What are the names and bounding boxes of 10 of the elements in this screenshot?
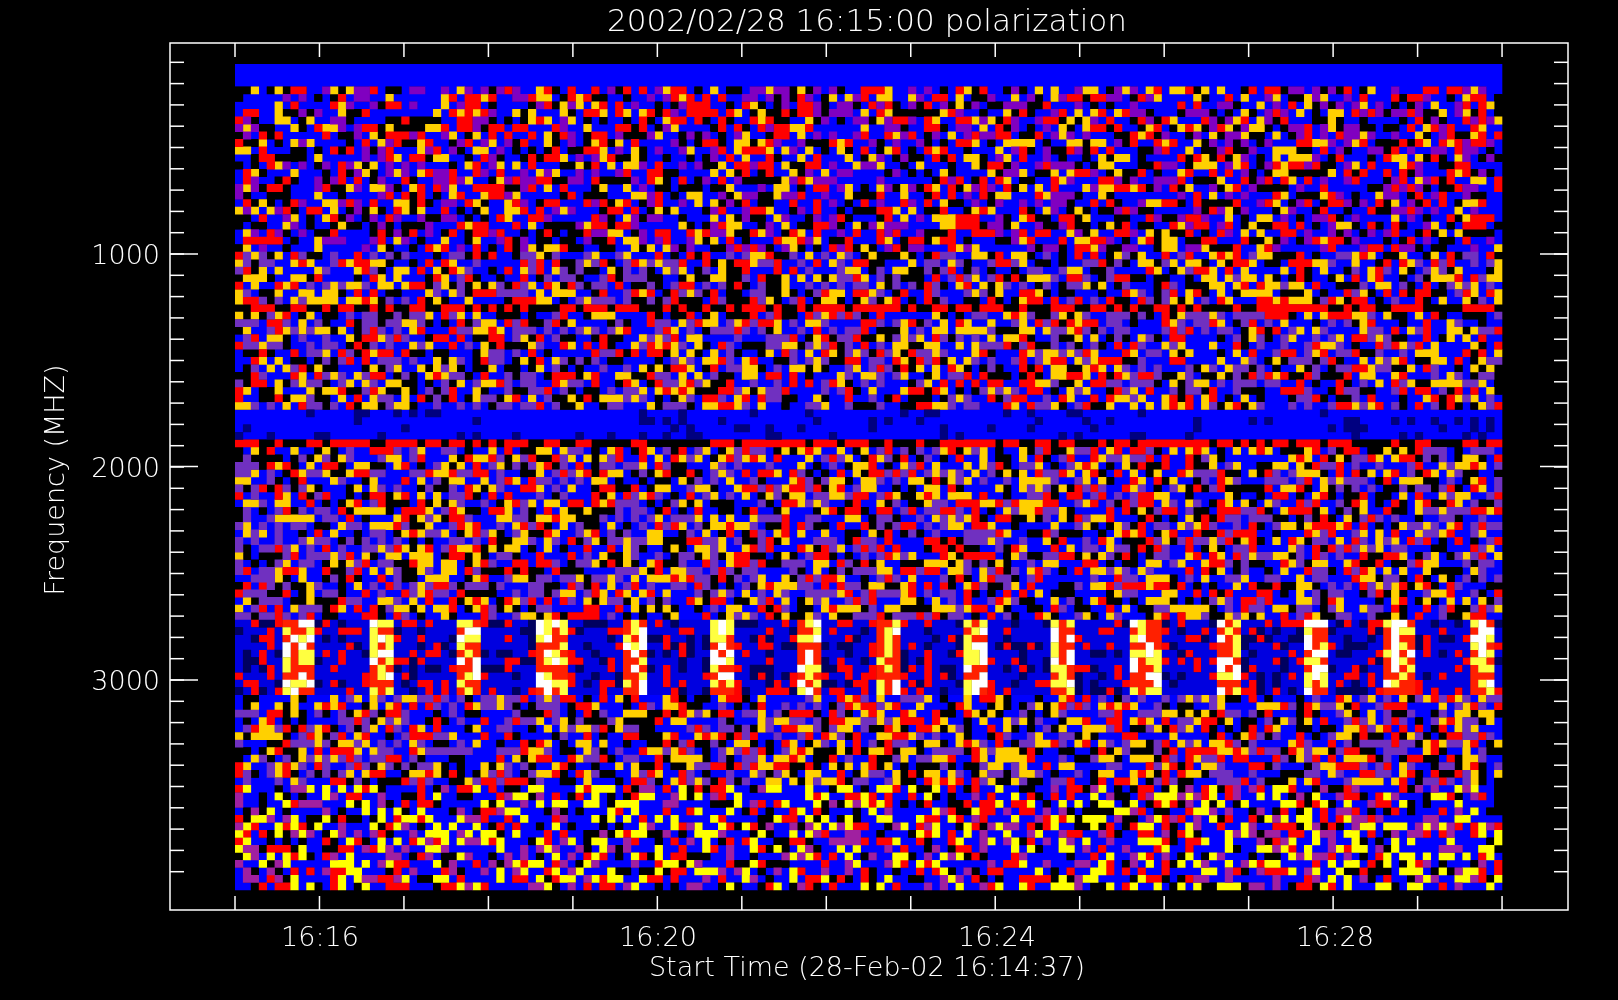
tick-label: 16:20 <box>619 921 697 952</box>
tick-label: 1000 <box>91 239 160 270</box>
plot-title: 2002/02/28 16:15:00 polarization <box>607 2 1127 38</box>
tick-label: 2000 <box>91 451 160 483</box>
tick-label: 16:24 <box>958 921 1036 952</box>
x-axis-label: Start Time (28-Feb-02 16:14:37) <box>648 951 1086 982</box>
tick-label: 16:16 <box>281 921 359 952</box>
y-axis-label: Frequency (MHZ) <box>39 364 70 596</box>
tick-label: 16:28 <box>1296 921 1374 952</box>
tick-label: 3000 <box>91 665 160 696</box>
